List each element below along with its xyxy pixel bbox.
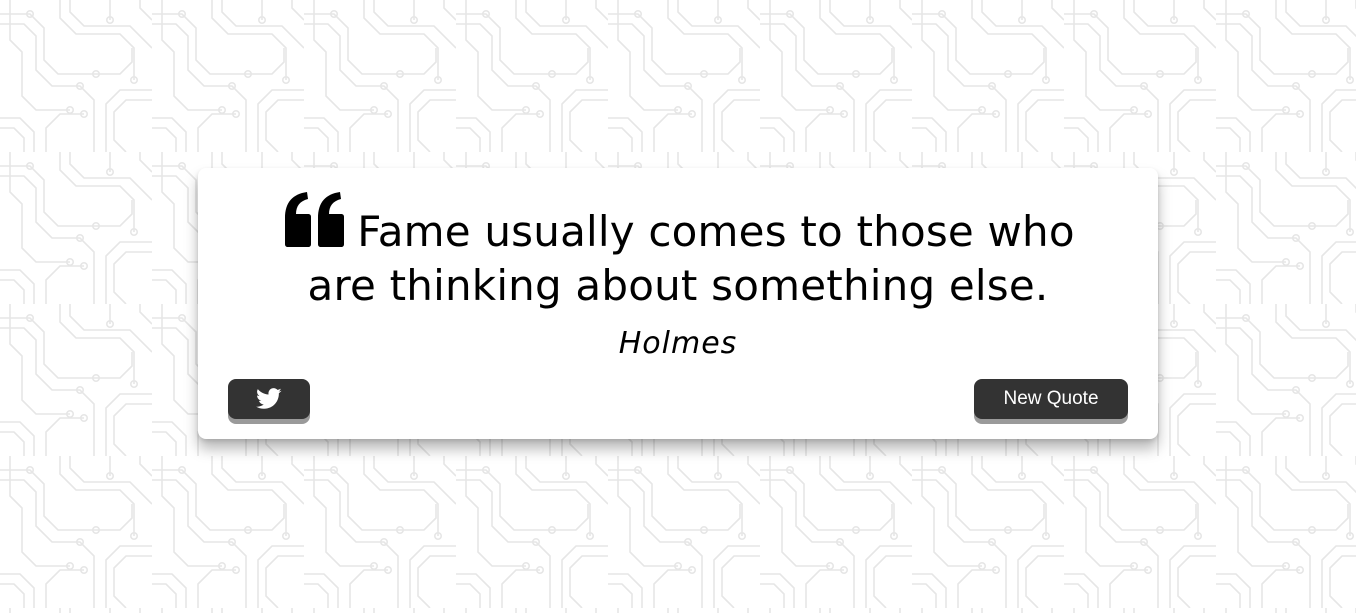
quote-text-block: Fame usually comes to those who are thin…	[258, 190, 1098, 313]
quote-author: Holmes	[618, 326, 738, 361]
quote-text: Fame usually comes to those who are thin…	[307, 207, 1075, 310]
tweet-button[interactable]	[228, 379, 310, 419]
new-quote-button[interactable]: New Quote	[974, 379, 1128, 419]
twitter-icon	[256, 388, 282, 409]
quote-card: Fame usually comes to those who are thin…	[198, 168, 1158, 439]
quote-left-icon	[285, 192, 345, 247]
